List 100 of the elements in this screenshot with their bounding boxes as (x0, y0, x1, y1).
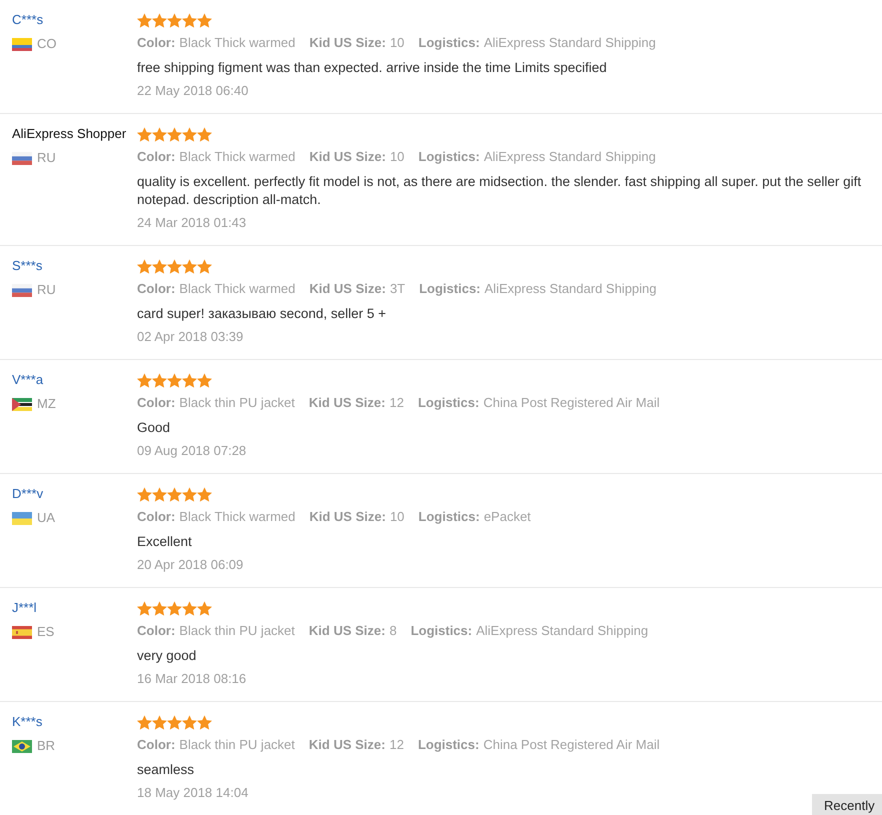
star-icon (167, 126, 182, 142)
review-text: quality is excellent. perfectly fit model is not, as there are midsection. the slender. fast shipping all super. put the seller gift notepad. description all-match. (137, 173, 862, 209)
attribute-value: 8 (389, 622, 397, 640)
reviewer-name-link[interactable]: J***l (12, 598, 37, 618)
attribute-label: Kid US Size: (308, 394, 386, 412)
attribute-label: Logistics: (418, 736, 480, 754)
country-code: UA (37, 509, 56, 527)
attribute-label: Logistics: (419, 280, 481, 298)
country-code: ES (37, 623, 54, 641)
star-icon (152, 126, 167, 142)
star-icon (167, 486, 182, 502)
reviewer-name-link[interactable]: V***a (12, 370, 44, 390)
attribute-value: Black thin PU jacket (179, 622, 295, 640)
attribute-label: Kid US Size: (309, 148, 386, 166)
star-icon (167, 372, 182, 388)
attribute-value: 12 (389, 394, 404, 412)
review-text: Good (137, 419, 172, 437)
attribute-value: Black Thick warmed (179, 34, 296, 52)
review-date: 24 Mar 2018 01:43 (137, 214, 246, 232)
attribute-label: Logistics: (418, 148, 480, 166)
star-icon (167, 600, 182, 616)
attribute-label: Kid US Size: (308, 736, 386, 754)
review-date: 18 May 2018 14:04 (137, 784, 248, 802)
star-icon (152, 372, 167, 388)
star-icon (152, 714, 167, 730)
review-text: free shipping figment was than expected. arrive inside the time Limits specified (137, 59, 608, 77)
star-icon (197, 258, 212, 274)
star-icon (137, 258, 152, 274)
country-code: RU (37, 149, 56, 167)
star-icon (152, 600, 167, 616)
reviewer-name-link[interactable]: D***v (12, 484, 44, 504)
star-icon (182, 12, 197, 28)
attribute-value: Black thin PU jacket (179, 736, 295, 754)
reviewer-name-link[interactable]: K***s (12, 712, 42, 732)
attribute-value: AliExpress Standard Shipping (476, 622, 648, 640)
star-icon (182, 258, 197, 274)
star-icon (167, 714, 182, 730)
star-icon (152, 486, 167, 502)
star-icon (182, 714, 197, 730)
attribute-label: Color: (137, 394, 176, 412)
star-icon (137, 486, 152, 502)
star-icon (182, 486, 197, 502)
star-icon (167, 258, 182, 274)
attribute-label: Color: (137, 736, 176, 754)
star-icon (137, 372, 152, 388)
review-text: very good (137, 647, 198, 665)
star-icon (137, 12, 152, 28)
country-code: RU (37, 281, 56, 299)
star-icon (197, 714, 212, 730)
attribute-value: Black Thick warmed (179, 148, 296, 166)
attribute-value: Black thin PU jacket (179, 394, 295, 412)
attribute-value: 10 (390, 34, 404, 52)
review-date: 16 Mar 2018 08:16 (137, 670, 246, 688)
attribute-label: Color: (137, 622, 176, 640)
attribute-label: Kid US Size: (308, 622, 386, 640)
star-icon (182, 372, 197, 388)
attribute-value: Black Thick warmed (179, 508, 296, 526)
attribute-label: Kid US Size: (309, 508, 386, 526)
attribute-label: Logistics: (418, 508, 480, 526)
attribute-value: Black Thick warmed (179, 280, 296, 298)
country-code: MZ (37, 395, 56, 413)
attribute-value: ePacket (484, 508, 531, 526)
review-text: card super! заказываю second, seller 5 + (137, 305, 388, 323)
attribute-value: AliExpress Standard Shipping (484, 34, 656, 52)
attribute-value: AliExpress Standard Shipping (484, 280, 657, 298)
star-icon (137, 714, 152, 730)
country-code: CO (37, 35, 56, 53)
attribute-value: 12 (389, 736, 404, 754)
attribute-label: Logistics: (418, 394, 480, 412)
reviewer-name-link[interactable]: C***s (12, 10, 44, 30)
attribute-label: Color: (137, 508, 176, 526)
attribute-label: Logistics: (410, 622, 472, 640)
star-icon (197, 126, 212, 142)
attribute-label: Kid US Size: (309, 34, 386, 52)
star-icon (182, 126, 197, 142)
attribute-label: Color: (137, 148, 176, 166)
attribute-value: China Post Registered Air Mail (483, 736, 660, 754)
review-date: 20 Apr 2018 06:09 (137, 556, 244, 574)
review-date: 22 May 2018 06:40 (137, 82, 248, 100)
reviewer-name: AliExpress Shopper (12, 125, 126, 143)
review-date: 09 Aug 2018 07:28 (137, 442, 246, 460)
attribute-value: 10 (390, 508, 404, 526)
country-code: BR (37, 737, 56, 755)
attribute-label: Color: (137, 34, 176, 52)
review-text: seamless (137, 761, 196, 779)
star-icon (137, 126, 152, 142)
star-icon (197, 486, 212, 502)
star-icon (152, 258, 167, 274)
star-icon (197, 372, 212, 388)
attribute-label: Kid US Size: (309, 280, 386, 298)
star-icon (197, 600, 212, 616)
recently-button[interactable]: Recently (812, 794, 882, 815)
attribute-value: 3T (390, 280, 406, 298)
star-icon (152, 12, 167, 28)
attribute-value: AliExpress Standard Shipping (484, 148, 656, 166)
attribute-label: Logistics: (418, 34, 480, 52)
attribute-value: 10 (390, 148, 404, 166)
star-icon (137, 600, 152, 616)
reviewer-name-link[interactable]: S***s (12, 256, 42, 276)
star-icon (167, 12, 182, 28)
